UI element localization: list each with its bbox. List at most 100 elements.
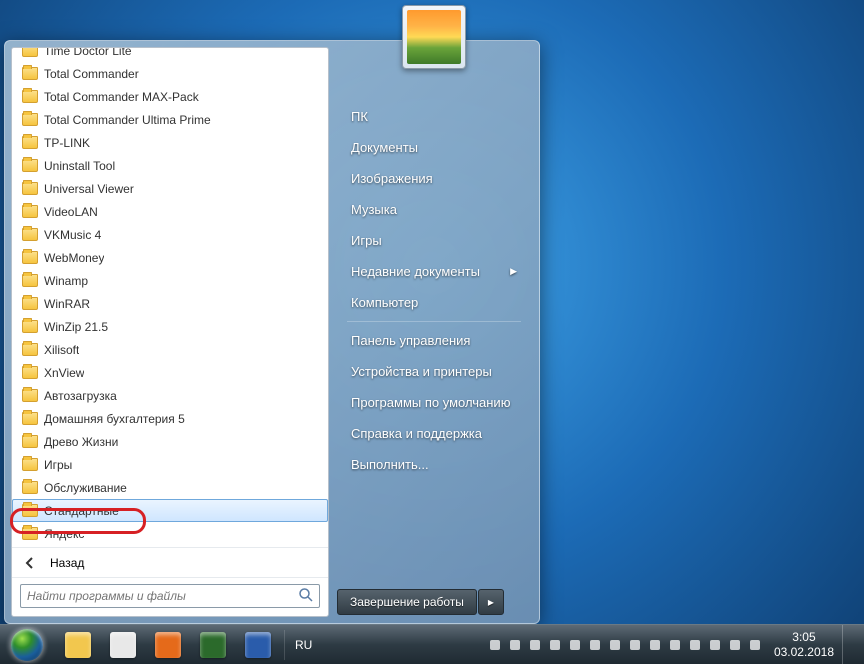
program-folder-item[interactable]: WinZip 21.5 xyxy=(12,315,328,338)
tray-ra-icon[interactable] xyxy=(646,636,664,654)
program-label: Uninstall Tool xyxy=(44,159,115,173)
folder-icon xyxy=(22,205,38,218)
program-folder-item[interactable]: TP-LINK xyxy=(12,131,328,154)
right-panel-link[interactable]: Программы по умолчанию xyxy=(337,387,531,418)
submenu-arrow-icon: ▶ xyxy=(510,266,517,277)
tray-up-icon[interactable] xyxy=(486,636,504,654)
tray-flag-icon[interactable] xyxy=(666,636,684,654)
folder-icon xyxy=(22,458,38,471)
start-button[interactable] xyxy=(2,627,52,663)
program-folder-item[interactable]: Обслуживание xyxy=(12,476,328,499)
folder-icon xyxy=(22,274,38,287)
program-folder-item[interactable]: Древо Жизни xyxy=(12,430,328,453)
taskbar-app-word[interactable] xyxy=(236,627,280,663)
program-folder-item[interactable]: WinRAR xyxy=(12,292,328,315)
program-folder-item[interactable]: Домашняя бухгалтерия 5 xyxy=(12,407,328,430)
folder-icon xyxy=(22,90,38,103)
right-link-label: Изображения xyxy=(351,171,433,186)
right-panel-link[interactable]: Панель управления xyxy=(337,325,531,356)
search-icon xyxy=(298,587,316,605)
right-panel-link[interactable]: Игры xyxy=(337,225,531,256)
program-folder-item[interactable]: Total Commander Ultima Prime xyxy=(12,108,328,131)
program-folder-item[interactable]: WebMoney xyxy=(12,246,328,269)
program-label: Universal Viewer xyxy=(44,182,134,196)
program-folder-item[interactable]: Uninstall Tool xyxy=(12,154,328,177)
program-folder-item[interactable]: Стандартные xyxy=(12,499,328,522)
tray-cloud-icon[interactable] xyxy=(586,636,604,654)
program-label: Яндекс xyxy=(44,527,84,541)
tray-skype-icon[interactable] xyxy=(566,636,584,654)
language-indicator[interactable]: RU xyxy=(295,638,312,652)
program-label: Стандартные xyxy=(44,504,119,518)
program-folder-item[interactable]: Time Doctor Lite xyxy=(12,48,328,62)
right-panel-link[interactable]: Выполнить... xyxy=(337,449,531,480)
folder-icon xyxy=(22,481,38,494)
shutdown-button[interactable]: Завершение работы xyxy=(337,589,477,615)
clock-date: 03.02.2018 xyxy=(774,645,834,659)
word-icon xyxy=(245,632,271,658)
program-folder-item[interactable]: Xilisoft xyxy=(12,338,328,361)
right-link-label: ПК xyxy=(351,109,368,124)
right-panel-link[interactable]: ПК xyxy=(337,101,531,132)
start-menu-left-panel: The KMPlayerTime Doctor LiteTotal Comman… xyxy=(11,47,329,617)
program-folder-item[interactable]: Total Commander xyxy=(12,62,328,85)
right-panel-link[interactable]: Справка и поддержка xyxy=(337,418,531,449)
folder-icon xyxy=(22,343,38,356)
notepad-icon xyxy=(200,632,226,658)
back-button[interactable]: Назад xyxy=(12,547,328,577)
taskbar-clock[interactable]: 3:05 03.02.2018 xyxy=(774,630,834,659)
program-label: Обслуживание xyxy=(44,481,127,495)
tray-disk-icon[interactable] xyxy=(526,636,544,654)
taskbar-app-notepad[interactable] xyxy=(191,627,235,663)
program-label: Древо Жизни xyxy=(44,435,118,449)
right-link-recent-documents[interactable]: Недавние документы ▶ xyxy=(337,256,531,287)
tray-wifi-icon[interactable] xyxy=(746,636,764,654)
firefox-icon xyxy=(155,632,181,658)
user-avatar[interactable] xyxy=(402,5,466,69)
program-label: Xilisoft xyxy=(44,343,79,357)
folder-icon xyxy=(22,320,38,333)
right-panel-link[interactable]: Устройства и принтеры xyxy=(337,356,531,387)
right-panel-link[interactable]: Изображения xyxy=(337,163,531,194)
folder-icon xyxy=(22,136,38,149)
program-label: WinZip 21.5 xyxy=(44,320,108,334)
program-label: Time Doctor Lite xyxy=(44,48,132,58)
right-link-label: Игры xyxy=(351,233,382,248)
program-label: XnView xyxy=(44,366,84,380)
taskbar-apps xyxy=(56,627,280,663)
tray-utorrent-icon[interactable] xyxy=(546,636,564,654)
program-folder-item[interactable]: XnView xyxy=(12,361,328,384)
shutdown-options-button[interactable]: ▸ xyxy=(478,589,504,615)
taskbar-app-firefox[interactable] xyxy=(146,627,190,663)
program-folder-item[interactable]: Яндекс xyxy=(12,522,328,545)
program-folder-item[interactable]: Winamp xyxy=(12,269,328,292)
tray-orange2-icon[interactable] xyxy=(706,636,724,654)
program-folder-item[interactable]: Игры xyxy=(12,453,328,476)
program-folder-item[interactable]: VideoLAN xyxy=(12,200,328,223)
program-label: Total Commander xyxy=(44,67,139,81)
program-label: Автозагрузка xyxy=(44,389,117,403)
tray-net-icon[interactable] xyxy=(686,636,704,654)
tray-green-icon[interactable] xyxy=(606,636,624,654)
right-panel-link[interactable]: Документы xyxy=(337,132,531,163)
tray-orange-icon[interactable] xyxy=(506,636,524,654)
program-folder-item[interactable]: Universal Viewer xyxy=(12,177,328,200)
right-panel-link[interactable]: Музыка xyxy=(337,194,531,225)
tray-nvidia-icon[interactable] xyxy=(626,636,644,654)
show-desktop-button[interactable] xyxy=(842,625,854,665)
clock-time: 3:05 xyxy=(774,630,834,644)
folder-icon xyxy=(22,159,38,172)
program-folder-item[interactable]: Total Commander MAX-Pack xyxy=(12,85,328,108)
search-input[interactable] xyxy=(20,584,320,608)
tray-sound-icon[interactable] xyxy=(726,636,744,654)
program-label: Winamp xyxy=(44,274,88,288)
all-programs-list[interactable]: The KMPlayerTime Doctor LiteTotal Comman… xyxy=(12,48,328,547)
taskbar-app-explorer[interactable] xyxy=(56,627,100,663)
program-label: VideoLAN xyxy=(44,205,98,219)
program-folder-item[interactable]: VKMusic 4 xyxy=(12,223,328,246)
program-folder-item[interactable]: Автозагрузка xyxy=(12,384,328,407)
folder-icon xyxy=(22,67,38,80)
right-panel-link[interactable]: Компьютер xyxy=(337,287,531,318)
right-link-label: Справка и поддержка xyxy=(351,426,482,441)
taskbar-app-panda[interactable] xyxy=(101,627,145,663)
